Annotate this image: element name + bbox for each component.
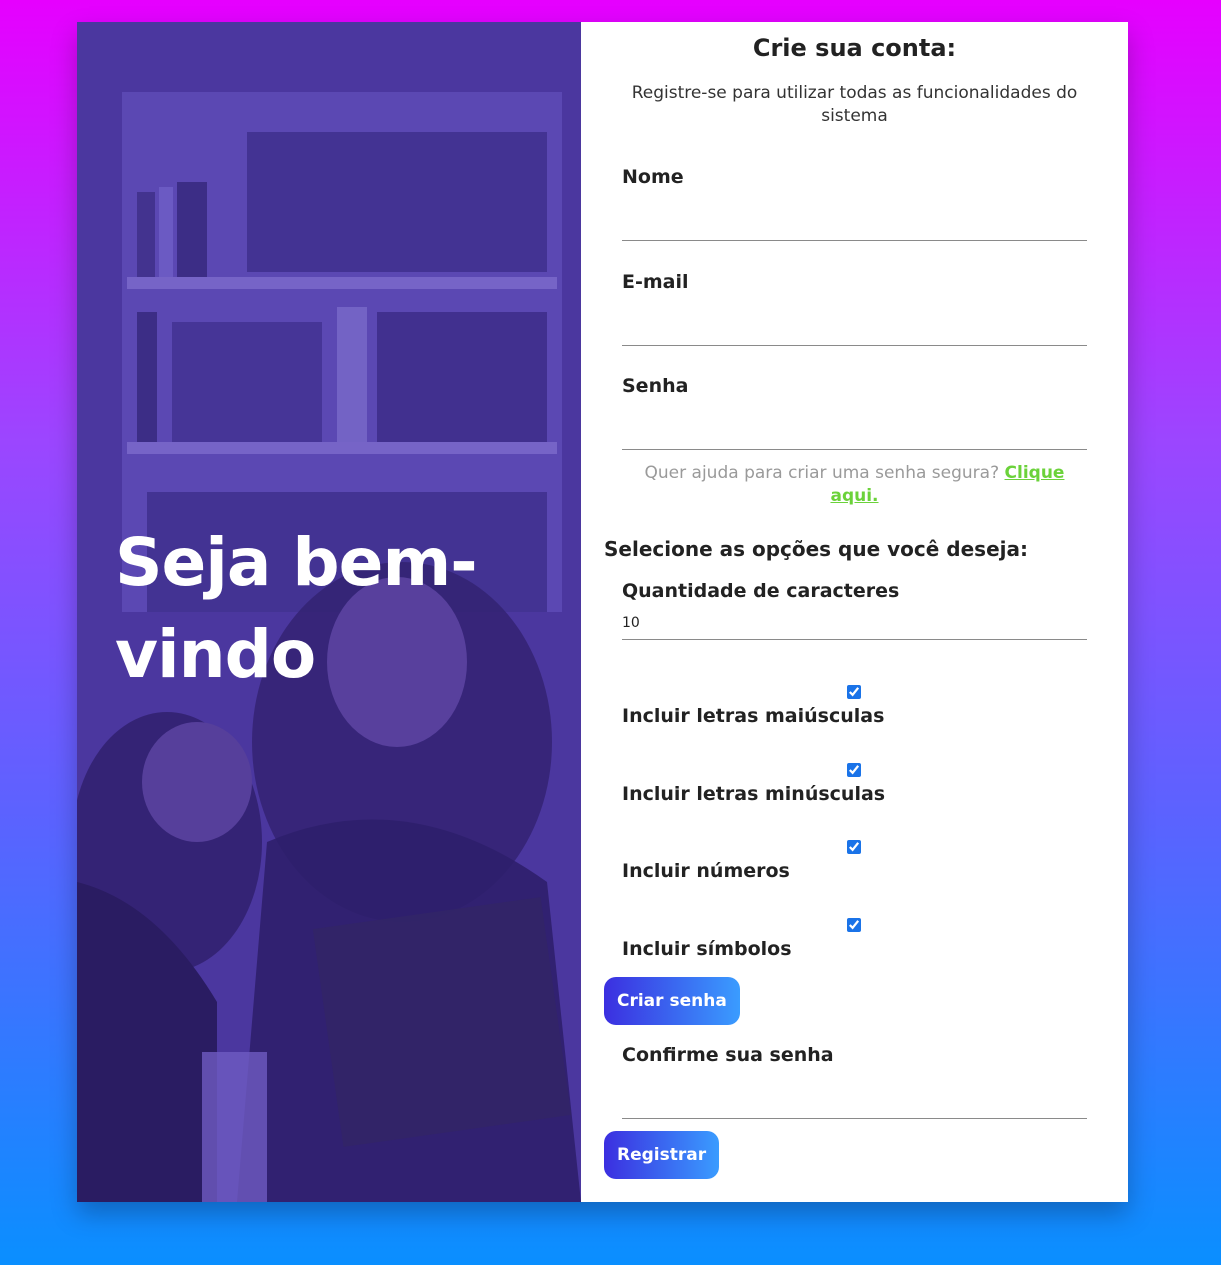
length-input[interactable] xyxy=(622,606,1087,640)
uppercase-checkbox[interactable] xyxy=(847,685,861,699)
email-field: E-mail xyxy=(622,271,1087,346)
options-title: Selecione as opções que você deseja: xyxy=(604,537,1028,561)
option-symbols: Incluir símbolos xyxy=(622,918,1087,960)
password-field: Senha xyxy=(622,375,1087,450)
create-password-button[interactable]: Criar senha xyxy=(604,977,740,1025)
numbers-label: Incluir números xyxy=(622,860,790,882)
confirm-field: Confirme sua senha xyxy=(622,1044,1087,1119)
confirm-input[interactable] xyxy=(622,1085,1087,1119)
register-button[interactable]: Registrar xyxy=(604,1131,720,1179)
option-uppercase: Incluir letras maiúsculas xyxy=(622,685,1087,727)
name-label: Nome xyxy=(622,166,684,188)
register-card: Seja bem-vindo Crie sua conta: Registre-… xyxy=(77,22,1128,1202)
symbols-label: Incluir símbolos xyxy=(622,938,792,960)
help-text: Quer ajuda para criar uma senha segura? xyxy=(644,463,1000,483)
numbers-checkbox[interactable] xyxy=(847,840,861,854)
confirm-label: Confirme sua senha xyxy=(622,1044,834,1066)
form-title: Crie sua conta: xyxy=(752,34,957,62)
form-subtitle: Registre-se para utilizar todas as funci… xyxy=(631,83,1078,126)
email-input[interactable] xyxy=(622,312,1087,346)
hero-title: Seja bem-vindo xyxy=(115,524,478,693)
hero-panel: Seja bem-vindo xyxy=(77,22,581,1202)
password-input[interactable] xyxy=(622,416,1087,450)
password-label: Senha xyxy=(622,375,689,397)
lowercase-checkbox[interactable] xyxy=(847,763,861,777)
password-help: Quer ajuda para criar uma senha segura? … xyxy=(622,462,1087,508)
name-input[interactable] xyxy=(622,207,1087,241)
email-label: E-mail xyxy=(622,271,689,293)
length-field: Quantidade de caracteres xyxy=(622,580,1087,640)
symbols-checkbox[interactable] xyxy=(847,918,861,932)
name-field: Nome xyxy=(622,166,1087,241)
uppercase-label: Incluir letras maiúsculas xyxy=(622,705,885,727)
register-form: Crie sua conta: Registre-se para utiliza… xyxy=(581,22,1128,1202)
option-lowercase: Incluir letras minúsculas xyxy=(622,763,1087,805)
lowercase-label: Incluir letras minúsculas xyxy=(622,783,886,805)
length-label: Quantidade de caracteres xyxy=(622,580,900,602)
option-numbers: Incluir números xyxy=(622,840,1087,882)
